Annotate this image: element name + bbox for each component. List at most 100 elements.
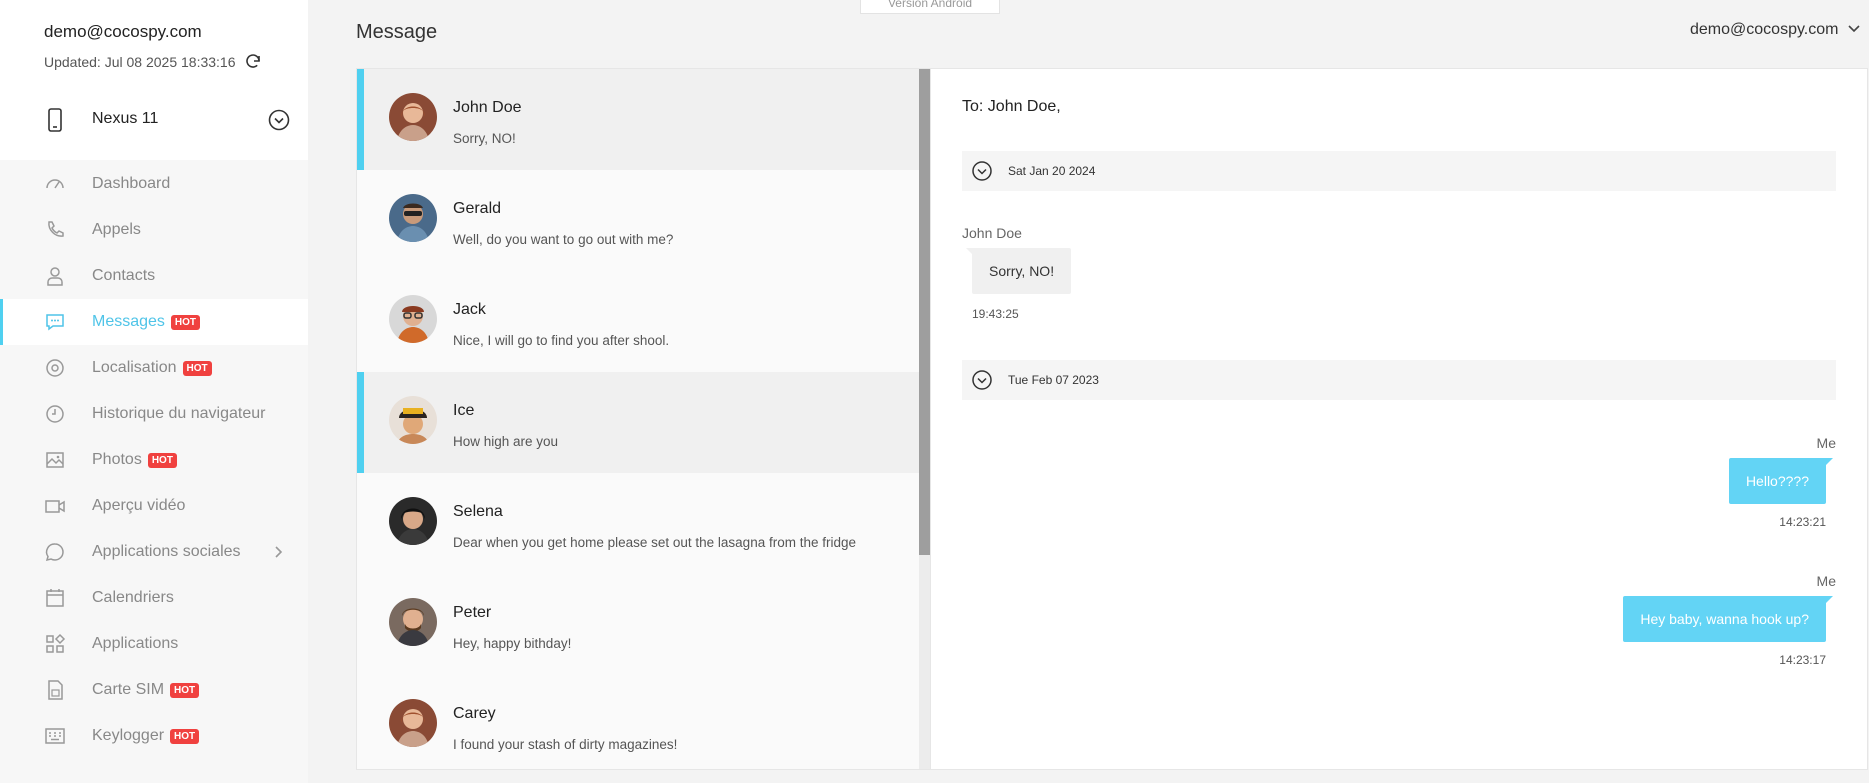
hot-badge: HOT: [170, 314, 201, 330]
sidebar-item-label: Dashboard: [92, 175, 171, 192]
refresh-icon[interactable]: [244, 53, 262, 71]
hot-badge: HOT: [170, 682, 200, 698]
conversation-preview: Sorry, NO!: [453, 131, 516, 146]
avatar: [389, 396, 437, 444]
clock-icon: [44, 403, 66, 425]
date-group-header[interactable]: Tue Feb 07 2023: [962, 360, 1836, 400]
avatar: [389, 295, 437, 343]
speech-bubble-icon: [44, 541, 66, 563]
hot-badge: HOT: [170, 728, 200, 744]
list-item[interactable]: Ice How high are you: [357, 372, 919, 473]
gauge-icon: [44, 173, 66, 195]
apps-icon: [44, 633, 66, 655]
conversation-preview: I found your stash of dirty magazines!: [453, 737, 678, 752]
chevron-down-icon: [972, 161, 992, 186]
sidebar-item-keylogger[interactable]: Keylogger HOT: [0, 713, 308, 759]
sidebar-item-label: Historique du navigateur: [92, 405, 266, 422]
hot-badge: HOT: [147, 452, 177, 468]
sidebar-nav: Dashboard Appels Contacts Messages HOT Lo…: [0, 161, 308, 759]
last-updated: Updated: Jul 08 2025 18:33:16: [44, 53, 262, 71]
sidebar-item-label: Appels: [92, 221, 141, 238]
image-icon: [44, 449, 66, 471]
sidebar-item-appels[interactable]: Appels: [0, 207, 308, 253]
message-time: 19:43:25: [972, 307, 1019, 321]
sidebar-item-applications-sociales[interactable]: Applications sociales: [0, 529, 308, 575]
calendar-icon: [44, 587, 66, 609]
sidebar-item-photos[interactable]: Photos HOT: [0, 437, 308, 483]
message-time: 14:23:17: [1779, 653, 1826, 667]
conversation-preview: How high are you: [453, 434, 559, 449]
list-item[interactable]: Carey I found your stash of dirty magazi…: [357, 675, 919, 769]
sidebar-item-dashboard[interactable]: Dashboard: [0, 161, 308, 207]
phone-icon: [44, 219, 66, 241]
message-bubble-outgoing: Hello????: [1728, 458, 1834, 504]
message-bubble-incoming: Sorry, NO!: [965, 248, 1072, 294]
message-sender: Me: [1816, 573, 1836, 589]
sidebar-item-label: Calendriers: [92, 589, 174, 606]
conversation-preview: Nice, I will go to find you after shool.: [453, 333, 670, 348]
conversation-name: Ice: [453, 402, 475, 419]
sidebar-item-label: Messages: [92, 313, 165, 330]
location-icon: [44, 357, 66, 379]
account-box: demo@cocospy.com Updated: Jul 08 2025 18…: [0, 0, 308, 160]
sidebar-item-calendriers[interactable]: Calendriers: [0, 575, 308, 621]
chevron-down-icon: [972, 370, 992, 395]
sidebar: demo@cocospy.com Updated: Jul 08 2025 18…: [0, 0, 308, 783]
date-label: Sat Jan 20 2024: [1008, 164, 1096, 178]
last-updated-text: Updated: Jul 08 2025 18:33:16: [44, 54, 236, 70]
chevron-down-icon[interactable]: [268, 109, 290, 136]
hot-badge: HOT: [182, 360, 212, 376]
sidebar-item-label: Applications sociales: [92, 543, 241, 560]
date-label: Tue Feb 07 2023: [1008, 373, 1099, 387]
account-menu[interactable]: demo@cocospy.com: [1690, 21, 1861, 39]
sidebar-item-contacts[interactable]: Contacts: [0, 253, 308, 299]
chevron-right-icon: [274, 545, 284, 564]
list-item[interactable]: Selena Dear when you get home please set…: [357, 473, 919, 574]
conversation-name: Selena: [453, 503, 503, 520]
device-selector[interactable]: Nexus 11: [0, 100, 308, 140]
version-tab[interactable]: Version Android: [860, 0, 1000, 14]
sidebar-item-applications[interactable]: Applications: [0, 621, 308, 667]
sidebar-item-carte-sim[interactable]: Carte SIM HOT: [0, 667, 308, 713]
avatar: [389, 194, 437, 242]
avatar: [389, 93, 437, 141]
page-title: Message: [356, 21, 438, 43]
conversation-name: Gerald: [453, 200, 502, 217]
message-sender: John Doe: [962, 225, 1022, 241]
list-item[interactable]: Gerald Well, do you want to go out with …: [357, 170, 919, 271]
sidebar-item-label: Keylogger: [92, 727, 165, 744]
conversation-preview: Dear when you get home please set out th…: [453, 535, 856, 550]
sidebar-item-localisation[interactable]: Localisation HOT: [0, 345, 308, 391]
conversation-name: Jack: [453, 301, 486, 318]
chat-icon: [44, 311, 66, 333]
device-name: Nexus 11: [92, 110, 159, 127]
list-item[interactable]: Jack Nice, I will go to find you after s…: [357, 271, 919, 372]
conversation-list: John Doe Sorry, NO! Gerald Well, do you …: [356, 68, 931, 770]
message-bubble-outgoing: Hey baby, wanna hook up?: [1623, 596, 1833, 642]
sidebar-item-apercu-video[interactable]: Aperçu vidéo: [0, 483, 308, 529]
keyboard-icon: [44, 725, 66, 747]
phone-device-icon: [44, 108, 66, 137]
sim-icon: [44, 679, 66, 701]
conversation-name: Carey: [453, 705, 496, 722]
sidebar-item-label: Localisation: [92, 359, 177, 376]
account-email: demo@cocospy.com: [44, 22, 202, 41]
conversation-name: Peter: [453, 604, 492, 621]
message-time: 14:23:21: [1779, 515, 1826, 529]
sidebar-item-label: Aperçu vidéo: [92, 497, 186, 514]
sidebar-item-historique[interactable]: Historique du navigateur: [0, 391, 308, 437]
conversation-preview: Well, do you want to go out with me?: [453, 232, 674, 247]
list-item[interactable]: Peter Hey, happy bithday!: [357, 574, 919, 675]
avatar: [389, 598, 437, 646]
date-group-header[interactable]: Sat Jan 20 2024: [962, 151, 1836, 191]
video-icon: [44, 495, 66, 517]
chat-recipient: To: John Doe,: [962, 98, 1061, 115]
sidebar-item-label: Applications: [92, 635, 179, 652]
account-menu-email: demo@cocospy.com: [1690, 21, 1839, 38]
sidebar-item-label: Contacts: [92, 267, 156, 284]
chevron-down-icon: [1848, 21, 1861, 39]
list-item[interactable]: John Doe Sorry, NO!: [357, 69, 919, 170]
sidebar-item-messages[interactable]: Messages HOT: [0, 299, 308, 345]
chat-panel: To: John Doe, Sat Jan 20 2024 John Doe S…: [930, 68, 1868, 770]
user-icon: [44, 265, 66, 287]
